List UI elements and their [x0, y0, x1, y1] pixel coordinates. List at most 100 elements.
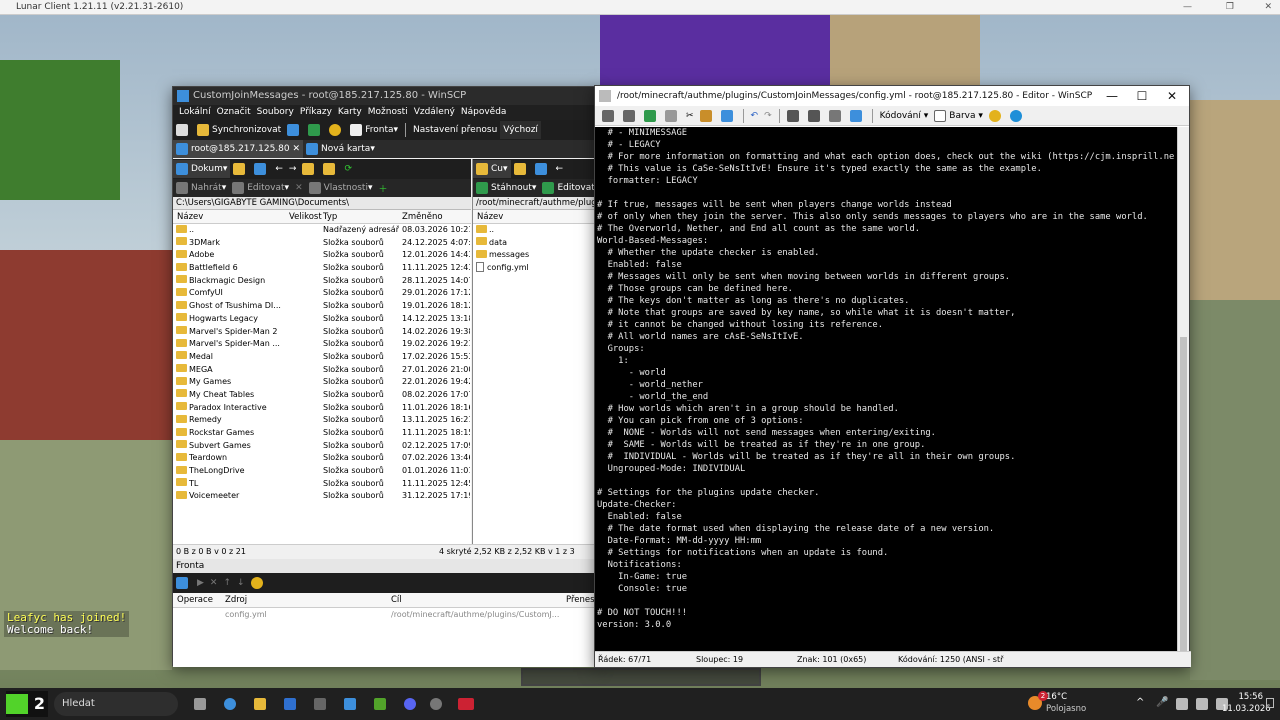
queue-up-button[interactable]: ↑ — [220, 574, 234, 592]
local-delete-button[interactable]: ✕ — [292, 179, 306, 197]
tab-new[interactable]: Nová karta ▾ — [303, 140, 378, 158]
synchronize-button[interactable]: Synchronizovat — [194, 121, 284, 139]
editor-maximize-icon[interactable]: ☐ — [1127, 86, 1157, 106]
col-changed[interactable]: Změněno — [402, 210, 443, 224]
minecraft-icon[interactable] — [374, 698, 386, 710]
forward-button[interactable]: → — [286, 160, 300, 178]
editor-close-icon[interactable]: ✕ — [1157, 86, 1187, 106]
col-size[interactable]: Velikost — [289, 210, 322, 224]
local-file-row[interactable]: TL Složka souborů 11.11.2025 12:45:5 — [173, 478, 471, 491]
filter-button[interactable] — [251, 160, 272, 178]
redo-button[interactable]: ↷ — [761, 107, 775, 125]
save-button[interactable] — [599, 107, 620, 125]
home-button[interactable] — [320, 160, 341, 178]
editor-scrollbar[interactable] — [1177, 127, 1189, 658]
editor-scroll-thumb[interactable] — [1180, 337, 1187, 657]
local-file-row[interactable]: .. Nadřazený adresář08.03.2026 10:21:0 — [173, 224, 471, 237]
explorer-icon[interactable] — [254, 698, 266, 710]
paste-button[interactable] — [697, 107, 718, 125]
close-icon[interactable]: ✕ — [1264, 0, 1272, 15]
open-dir-button[interactable] — [230, 160, 251, 178]
task-view-icon[interactable] — [194, 698, 206, 710]
local-properties-button[interactable]: Vlastnosti ▾ — [306, 179, 376, 197]
menu-mark[interactable]: Označit — [217, 105, 251, 120]
remote-file-row[interactable]: data — [473, 237, 598, 250]
menu-files[interactable]: Soubory — [257, 105, 294, 120]
remote-edit-button[interactable]: Editovat — [539, 179, 597, 197]
menu-help[interactable]: Nápověda — [461, 105, 507, 120]
queue-delete-button[interactable]: ✕ — [207, 574, 221, 592]
queue-item[interactable]: config.yml /root/minecraft/authme/plugin… — [173, 608, 598, 622]
transfer-settings-select[interactable]: Výchozí — [500, 121, 541, 139]
local-edit-button[interactable]: Editovat ▾ — [229, 179, 292, 197]
local-file-row[interactable]: TheLongDrive Složka souborů 01.01.2026 11:… — [173, 465, 471, 478]
menu-remote[interactable]: Vzdálený — [414, 105, 455, 120]
upload-button[interactable]: Nahrát ▾ — [173, 179, 229, 197]
preferences-button[interactable] — [326, 121, 347, 139]
goto-line-button[interactable] — [847, 107, 868, 125]
discord-icon[interactable] — [404, 698, 416, 710]
local-file-row[interactable]: Medal Složka souborů 17.02.2026 15:53:2 — [173, 351, 471, 364]
menu-options[interactable]: Možnosti — [368, 105, 408, 120]
remote-file-row[interactable]: messages — [473, 249, 598, 262]
local-file-row[interactable]: Blackmagic Design Složka souborů 28.11.202… — [173, 275, 471, 288]
queue-run-button[interactable]: ▶ — [194, 574, 207, 592]
terminal-button[interactable] — [305, 121, 326, 139]
local-file-row[interactable]: Paradox Interactive Složka souborů 11.01.2… — [173, 402, 471, 415]
menu-tabs[interactable]: Karty — [338, 105, 362, 120]
queue-col-source[interactable]: Zdroj — [225, 593, 247, 608]
menu-local[interactable]: Lokální — [179, 105, 211, 120]
microphone-icon[interactable]: 🎤 — [1156, 697, 1168, 708]
tray-chevron-icon[interactable]: ^ — [1136, 697, 1144, 708]
queue-settings-button[interactable] — [173, 574, 194, 592]
queue-down-button[interactable]: ↓ — [234, 574, 248, 592]
local-file-row[interactable]: My Games Složka souborů 22.01.2026 19:42:4 — [173, 376, 471, 389]
local-file-row[interactable]: ComfyUI Složka souborů 29.01.2026 17:12:1 — [173, 287, 471, 300]
queue-col-op[interactable]: Operace — [177, 593, 213, 608]
local-file-row[interactable]: Hogwarts Legacy Složka souborů 14.12.2025 … — [173, 313, 471, 326]
upload-file-button[interactable] — [641, 107, 662, 125]
queue-col-target[interactable]: Cíl — [391, 593, 402, 608]
local-file-row[interactable]: Adobe Složka souborů 12.01.2026 14:43:1 — [173, 249, 471, 262]
network-icon[interactable] — [1176, 698, 1188, 710]
local-file-row[interactable]: Ghost of Tsushima DI... Složka souborů 19.… — [173, 300, 471, 313]
reload-button[interactable] — [620, 107, 641, 125]
local-file-row[interactable]: Subvert Games Složka souborů 02.12.2025 17… — [173, 440, 471, 453]
remote-back-button[interactable]: ← — [553, 160, 567, 178]
remote-drive-select[interactable]: Cu ▾ — [473, 160, 511, 178]
editor-preferences-button[interactable] — [986, 107, 1007, 125]
menu-commands[interactable]: Příkazy — [300, 105, 332, 120]
clock-time[interactable]: 15:56 — [1233, 692, 1264, 702]
local-file-row[interactable]: MEGA Složka souborů 27.01.2026 21:00:5 — [173, 364, 471, 377]
cut-button[interactable]: ✂ — [683, 107, 697, 125]
local-file-row[interactable]: Remedy Složka souborů 13.11.2025 16:21:2 — [173, 414, 471, 427]
compare-button[interactable] — [284, 121, 305, 139]
minimize-icon[interactable]: — — [1183, 0, 1192, 15]
editor-minimize-icon[interactable]: — — [1097, 86, 1127, 106]
copy-button[interactable] — [662, 107, 683, 125]
local-path[interactable]: C:\Users\GIGABYTE GAMING\Documents\ — [173, 197, 471, 210]
find-next-button[interactable] — [826, 107, 847, 125]
show-desktop-icon[interactable] — [1266, 698, 1274, 708]
close-tab-icon[interactable]: ✕ — [293, 144, 301, 154]
search-box[interactable]: Hledat — [54, 692, 178, 716]
remote-file-row[interactable]: config.yml — [473, 262, 598, 275]
encoding-select[interactable]: Kódování ▾ — [877, 107, 932, 125]
volume-icon[interactable] — [1196, 698, 1208, 710]
local-drive-select[interactable]: Dokum ▾ — [173, 160, 231, 178]
col-name[interactable]: Název — [177, 210, 203, 224]
chrome-icon[interactable] — [224, 698, 236, 710]
maximize-icon[interactable]: ❐ — [1226, 0, 1234, 15]
editor-help-button[interactable] — [1007, 107, 1028, 125]
new-button[interactable]: ＋ — [375, 179, 390, 197]
winscp-taskbar-icon[interactable] — [344, 698, 356, 710]
local-file-row[interactable]: Rockstar Games Složka souborů 11.11.2025 1… — [173, 427, 471, 440]
tab-session[interactable]: root@185.217.125.80 ✕ — [173, 140, 304, 158]
k2-widget[interactable]: 2 — [6, 691, 48, 717]
local-file-row[interactable]: Battlefield 6 Složka souborů 11.11.2025 12… — [173, 262, 471, 275]
color-select[interactable]: Barva ▾ — [931, 107, 986, 125]
local-file-row[interactable]: Marvel's Spider-Man 2 Složka souborů 14.02… — [173, 326, 471, 339]
queue-gear-button[interactable] — [248, 574, 269, 592]
queue-button[interactable]: Fronta ▾ — [347, 121, 401, 139]
download-button[interactable]: Stáhnout ▾ — [473, 179, 539, 197]
